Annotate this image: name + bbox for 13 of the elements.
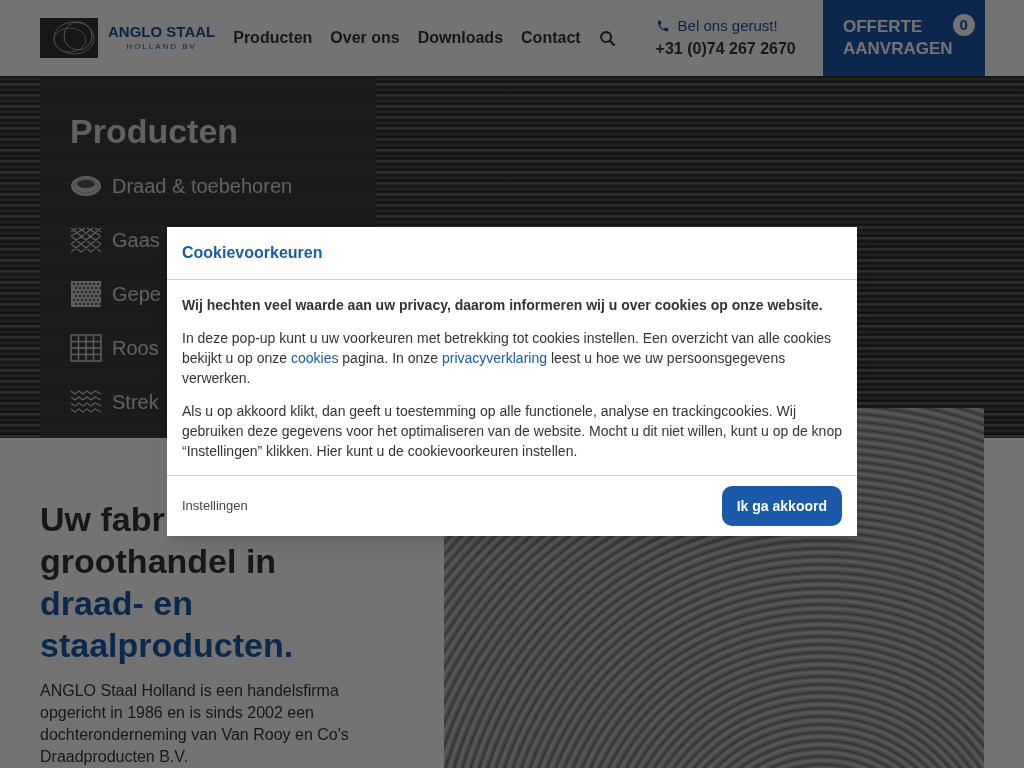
heading-line: groothandel in xyxy=(40,541,277,582)
dialog-title: Cookievoorkeuren xyxy=(182,243,323,263)
heading-line: draad- en xyxy=(40,583,194,624)
cart-count-badge: 0 xyxy=(952,14,975,36)
dialog-lead: Wij hechten veel waarde aan uw privacy, daarom informeren wij u over cookies op onze website. xyxy=(182,296,824,315)
heading-line: Uw fabr xyxy=(40,499,165,540)
phone-label: Bel ons gerust! xyxy=(677,15,778,36)
products-title: Producten xyxy=(70,111,240,152)
intro-paragraph: ANGLO Staal Holland is een handelsfirma opgericht in 1986 en is sinds 2002 een dochteronderneming van Van Rooy en Co's Draadproducten B.V. xyxy=(40,681,350,767)
dialog-paragraph: In deze pop-up kunt u uw voorkeuren met betrekking tot cookies instellen. Een overzicht van alle cookies bekijkt u op onze cookies pagina. In onze privacyverklaring leest u hoe we uw persoonsgegevens verwerken. xyxy=(182,329,833,388)
dialog-paragraph: Als u op akkoord klikt, dan geeft u toestemming op alle functionele, analyse en trackingcookies. Wij gebruiken deze gegevens voor het optimaliseren van de website. Mocht u dit niet willen, kunt u op de knop “Instellingen” klikken. Hier kunt u de cookievoorkeuren instellen. xyxy=(182,402,842,461)
heading-line: staalproducten. xyxy=(40,625,294,666)
logo-subtitle: HOLLAND BV xyxy=(126,41,197,54)
